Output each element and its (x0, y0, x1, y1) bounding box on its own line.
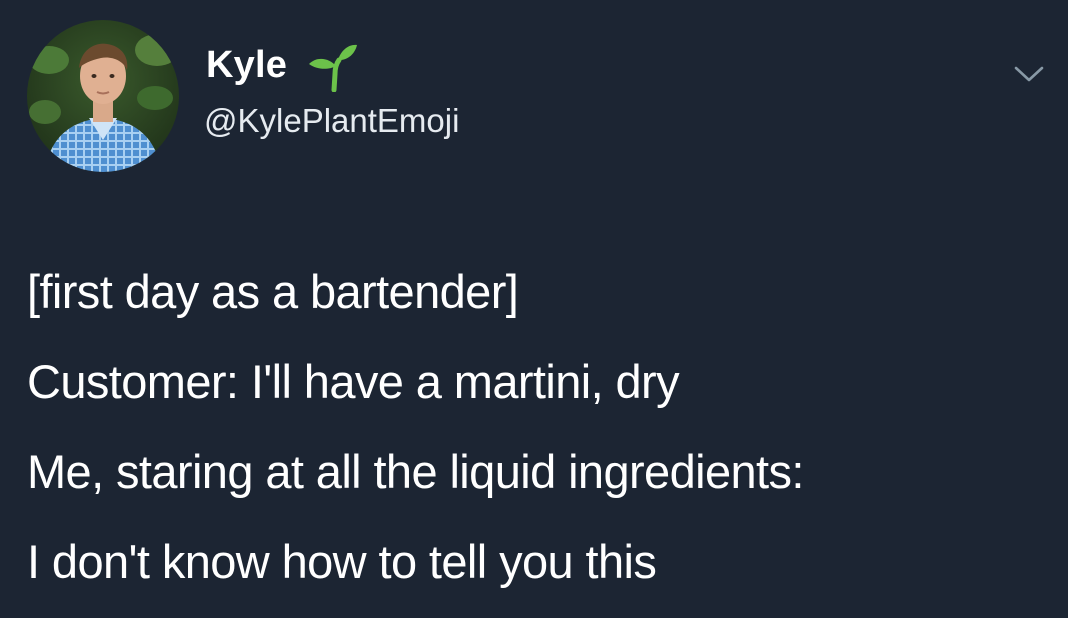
display-name[interactable]: Kyle (206, 42, 287, 88)
tweet-text: [first day as a bartender] Customer: I'l… (27, 247, 1057, 607)
user-handle[interactable]: @KylePlantEmoji (204, 101, 459, 141)
tweet-text-line: I don't know how to tell you this (27, 535, 657, 588)
seedling-icon (305, 40, 359, 93)
tweet-text-line: Customer: I'll have a martini, dry (27, 355, 680, 408)
tweet-text-line: [first day as a bartender] (27, 265, 519, 318)
profile-photo (27, 20, 179, 172)
tweet-card: Kyle @KylePlantEmoji [first day as a bar… (0, 0, 1068, 618)
avatar[interactable] (27, 20, 179, 172)
chevron-down-icon[interactable] (1006, 52, 1052, 92)
tweet-text-line: Me, staring at all the liquid ingredient… (27, 445, 804, 498)
